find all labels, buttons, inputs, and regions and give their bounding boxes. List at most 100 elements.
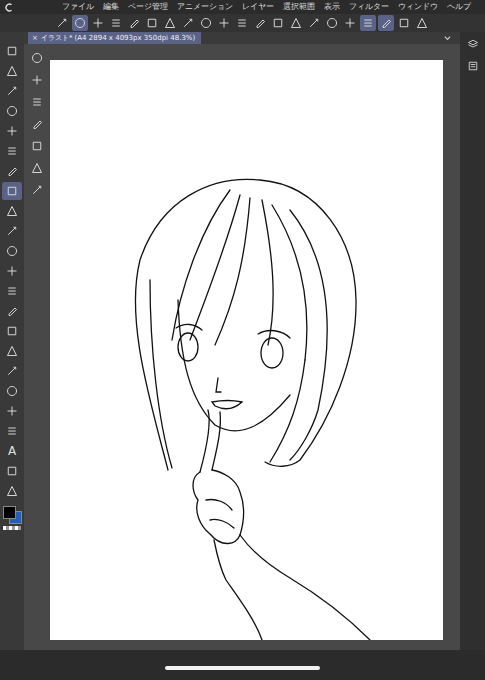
- tool-icon: [6, 85, 18, 97]
- tool-button[interactable]: [2, 342, 22, 360]
- command-button[interactable]: [414, 15, 430, 31]
- command-icon: [182, 17, 194, 29]
- sub-tool-button[interactable]: [29, 72, 45, 88]
- command-icon: [362, 17, 374, 29]
- color-swatches: [2, 506, 22, 524]
- command-button[interactable]: [162, 15, 178, 31]
- command-icon: [74, 17, 86, 29]
- command-button[interactable]: [396, 15, 412, 31]
- tool-button[interactable]: [2, 262, 22, 280]
- sub-tool-icon: [31, 184, 43, 196]
- tool-button[interactable]: [2, 482, 22, 500]
- tool-icon: [6, 265, 18, 277]
- command-button[interactable]: [90, 15, 106, 31]
- tool-icon: [6, 325, 18, 337]
- sub-tool-icon: [31, 162, 43, 174]
- menu-item[interactable]: 選択範囲: [283, 2, 315, 12]
- menu-item[interactable]: ページ管理: [128, 2, 168, 12]
- command-icon: [344, 17, 356, 29]
- command-icon: [218, 17, 230, 29]
- command-button[interactable]: [252, 15, 268, 31]
- command-button[interactable]: [270, 15, 286, 31]
- tool-button[interactable]: [2, 242, 22, 260]
- sub-tool-button[interactable]: [29, 138, 45, 154]
- app-logo-icon[interactable]: [4, 2, 15, 13]
- menu-item[interactable]: フィルター: [349, 2, 389, 12]
- command-icon: [110, 17, 122, 29]
- tool-button[interactable]: [2, 322, 22, 340]
- tool-button[interactable]: [2, 122, 22, 140]
- document-tab[interactable]: ×イラスト* (A4 2894 x 4093px 350dpi 48.3%): [28, 32, 201, 44]
- command-icon: [146, 17, 158, 29]
- command-button[interactable]: [234, 15, 250, 31]
- command-button[interactable]: [324, 15, 340, 31]
- tool-button[interactable]: [2, 102, 22, 120]
- sub-tool-button[interactable]: [29, 182, 45, 198]
- home-indicator[interactable]: [165, 666, 320, 670]
- tool-icon: [6, 145, 18, 157]
- menu-item[interactable]: ウィンドウ: [398, 2, 438, 12]
- command-button[interactable]: [180, 15, 196, 31]
- command-button[interactable]: [54, 15, 70, 31]
- command-button[interactable]: [342, 15, 358, 31]
- tool-button[interactable]: [2, 162, 22, 180]
- command-button[interactable]: [126, 15, 142, 31]
- command-icon: [56, 17, 68, 29]
- command-icon: [254, 17, 266, 29]
- sub-tool-button[interactable]: [29, 160, 45, 176]
- command-button[interactable]: [216, 15, 232, 31]
- sub-tool-button[interactable]: [29, 50, 45, 66]
- command-button[interactable]: [144, 15, 160, 31]
- tool-button[interactable]: [2, 422, 22, 440]
- command-button[interactable]: [360, 15, 376, 31]
- command-button[interactable]: [288, 15, 304, 31]
- chevron-down-icon[interactable]: [443, 34, 452, 43]
- tool-button[interactable]: A: [2, 442, 22, 460]
- girl-line-art-icon: [50, 60, 443, 640]
- command-icon: [272, 17, 284, 29]
- sub-tool-button[interactable]: [29, 116, 45, 132]
- canvas-area: ×イラスト* (A4 2894 x 4093px 350dpi 48.3%): [24, 32, 460, 650]
- sub-tool-icon: [31, 52, 43, 64]
- tool-button[interactable]: [2, 202, 22, 220]
- tool-button[interactable]: [2, 142, 22, 160]
- tool-icon: [6, 285, 18, 297]
- command-icon: [128, 17, 140, 29]
- sub-tool-button[interactable]: [29, 94, 45, 110]
- command-button[interactable]: [108, 15, 124, 31]
- menu-item[interactable]: 表示: [324, 2, 340, 12]
- tool-button[interactable]: [2, 462, 22, 480]
- transparent-swatch[interactable]: [3, 526, 21, 530]
- tool-button[interactable]: [2, 182, 22, 200]
- layer-panel-button[interactable]: [465, 58, 481, 74]
- command-icon: [236, 17, 248, 29]
- paper-canvas[interactable]: [50, 60, 443, 640]
- tool-button[interactable]: [2, 302, 22, 320]
- tool-button[interactable]: [2, 362, 22, 380]
- menu-item[interactable]: ファイル: [62, 2, 94, 12]
- command-button[interactable]: [378, 15, 394, 31]
- menu-item[interactable]: 編集: [103, 2, 119, 12]
- tool-icon: [6, 345, 18, 357]
- color-swatch[interactable]: [3, 506, 16, 519]
- tool-button[interactable]: [2, 222, 22, 240]
- tool-button[interactable]: [2, 62, 22, 80]
- close-tab-button[interactable]: ×: [32, 34, 38, 42]
- right-panel: [460, 32, 485, 650]
- sub-tool-icon: [31, 96, 43, 108]
- layer-panel-button[interactable]: [465, 36, 481, 52]
- tool-button[interactable]: [2, 402, 22, 420]
- tool-icon: [6, 105, 18, 117]
- tool-button[interactable]: [2, 42, 22, 60]
- tool-icon: [6, 205, 18, 217]
- command-button[interactable]: [72, 15, 88, 31]
- menu-item[interactable]: レイヤー: [242, 2, 274, 12]
- menu-item[interactable]: ヘルプ: [447, 2, 471, 12]
- tool-button[interactable]: [2, 282, 22, 300]
- tool-button[interactable]: [2, 382, 22, 400]
- command-button[interactable]: [306, 15, 322, 31]
- command-icon: [308, 17, 320, 29]
- menu-item[interactable]: アニメーション: [177, 2, 233, 12]
- tool-button[interactable]: [2, 82, 22, 100]
- command-button[interactable]: [198, 15, 214, 31]
